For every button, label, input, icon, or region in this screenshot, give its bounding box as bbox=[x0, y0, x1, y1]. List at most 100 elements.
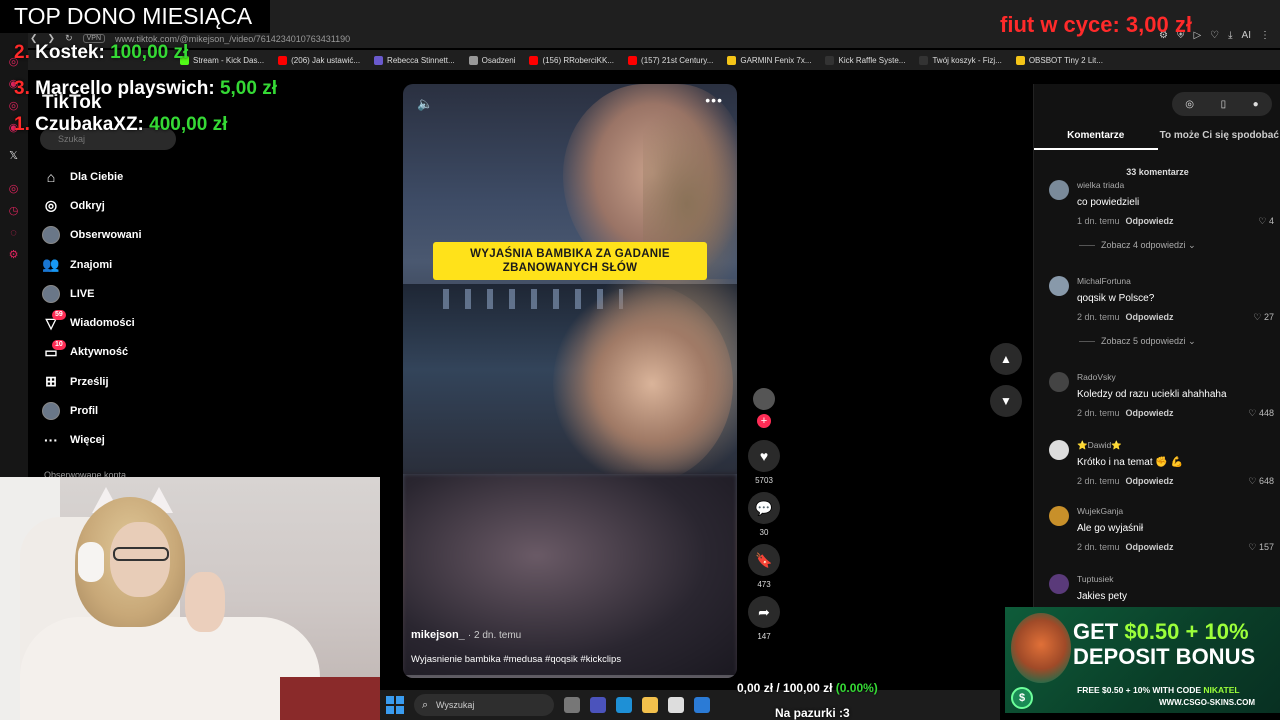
bookmark-label: (157) 21st Century... bbox=[641, 55, 714, 65]
settings-icon[interactable]: ⚙ bbox=[7, 249, 20, 262]
bookmark-item[interactable]: Osadzeni bbox=[468, 55, 515, 65]
comment-like-button[interactable]: ♡ 157 bbox=[1248, 542, 1274, 553]
reply-button[interactable]: Odpowiedz bbox=[1126, 312, 1174, 322]
bookmark-item[interactable]: (156) RRoberciKK... bbox=[529, 55, 615, 65]
phone-icon[interactable]: ▯ bbox=[1221, 99, 1227, 110]
bookmark-label: Kick Raffle Syste... bbox=[838, 55, 906, 65]
bookmark-item[interactable]: Rebecca Stinnett... bbox=[374, 55, 455, 65]
commenter-name[interactable]: MichalFortuna bbox=[1077, 276, 1131, 286]
commenter-avatar[interactable] bbox=[1049, 574, 1069, 594]
bookmark-item[interactable]: (206) Jak ustawić... bbox=[278, 55, 360, 65]
comment-icon[interactable]: 💬 bbox=[748, 492, 780, 524]
commenter-avatar[interactable] bbox=[1049, 276, 1069, 296]
folder-icon[interactable] bbox=[642, 697, 658, 713]
edge-icon[interactable] bbox=[616, 697, 632, 713]
user-avatar[interactable]: ● bbox=[1253, 99, 1259, 110]
comment-like-button[interactable]: ♡ 648 bbox=[1248, 476, 1274, 487]
nav-item-obserwowani[interactable]: Obserwowani bbox=[40, 221, 240, 250]
tab-recommended[interactable]: To może Ci się spodobać bbox=[1158, 128, 1280, 150]
goal-target: 100,00 zł bbox=[783, 681, 833, 695]
nav-item-wiadomości[interactable]: ▽ 59 Wiadomości bbox=[40, 308, 240, 337]
teams-icon[interactable] bbox=[590, 697, 606, 713]
bookmark-favicon-icon bbox=[278, 55, 288, 65]
nav-item-label: Obserwowani bbox=[70, 229, 142, 242]
x-icon[interactable]: 𝕏 bbox=[7, 150, 20, 163]
sidebar-app-icon[interactable]: ◎ bbox=[7, 100, 20, 113]
ai-button[interactable]: AI bbox=[1242, 30, 1251, 41]
nav-item-znajomi[interactable]: 👥 Znajomi bbox=[40, 250, 240, 279]
clock-icon[interactable]: ◷ bbox=[7, 205, 20, 218]
commenter-avatar[interactable] bbox=[1049, 506, 1069, 526]
windows-start-icon[interactable] bbox=[386, 696, 404, 714]
follow-button[interactable]: + bbox=[757, 414, 771, 428]
save-action[interactable]: 🔖 473 bbox=[748, 544, 780, 589]
reply-button[interactable]: Odpowiedz bbox=[1126, 216, 1174, 226]
reply-button[interactable]: Odpowiedz bbox=[1126, 476, 1174, 486]
heart-icon: ♡ bbox=[1253, 312, 1264, 322]
tab-comments[interactable]: Komentarze bbox=[1034, 128, 1158, 150]
video-player[interactable]: WYJAŚNIA BAMBIKA ZA GADANIE ZBANOWANYCH … bbox=[403, 84, 737, 678]
author-name[interactable]: mikejson_ bbox=[411, 629, 465, 641]
store-icon[interactable] bbox=[668, 697, 684, 713]
comment-meta: 2 dn. temu Odpowiedz bbox=[1077, 476, 1174, 486]
sidebar-app-icon[interactable]: ◌ bbox=[7, 227, 20, 240]
comment-like-button[interactable]: ♡ 4 bbox=[1258, 216, 1274, 227]
nav-item-prześlij[interactable]: ⊞ Prześlij bbox=[40, 367, 240, 396]
commenter-name[interactable]: RadoVsky bbox=[1077, 372, 1116, 382]
comment-action[interactable]: 💬 30 bbox=[748, 492, 780, 537]
commenter-avatar[interactable] bbox=[1049, 372, 1069, 392]
task-view-icon[interactable] bbox=[564, 697, 580, 713]
bookmark-item[interactable]: (157) 21st Century... bbox=[628, 55, 714, 65]
comment-like-button[interactable]: ♡ 27 bbox=[1253, 312, 1274, 323]
video-progress-bar[interactable] bbox=[403, 675, 737, 678]
volume-icon[interactable]: 🔈 bbox=[417, 96, 433, 112]
view-replies-button[interactable]: Zobacz 4 odpowiedzi ⌄ bbox=[1079, 240, 1196, 251]
video-author[interactable]: mikejson_ · 2 dn. temu bbox=[411, 629, 521, 641]
bookmark-item[interactable]: Twój koszyk - Fizj... bbox=[919, 55, 1002, 65]
bookmark-item[interactable]: GARMIN Fenix 7x... bbox=[727, 55, 811, 65]
comment-text: Krótko i na temat ✊ 💪 bbox=[1077, 457, 1184, 468]
heart-icon[interactable]: ♡ bbox=[1210, 30, 1219, 41]
commenter-name[interactable]: wielka triada bbox=[1077, 180, 1124, 190]
author-avatar[interactable] bbox=[753, 388, 775, 410]
view-replies-button[interactable]: Zobacz 5 odpowiedzi ⌄ bbox=[1079, 336, 1196, 347]
bookmark-label: (156) RRoberciKK... bbox=[542, 55, 615, 65]
nav-item-profil[interactable]: Profil bbox=[40, 396, 240, 425]
top-donations-title: TOP DONO MIESIĄCA bbox=[0, 0, 270, 33]
play-icon[interactable]: ▷ bbox=[1193, 30, 1201, 41]
menu-icon[interactable]: ⋮ bbox=[1260, 30, 1270, 41]
download-icon[interactable]: ⤓ bbox=[1228, 30, 1232, 41]
like-action[interactable]: ♥ 5703 bbox=[748, 440, 780, 485]
bookmark-item[interactable]: OBSBOT Tiny 2 Lit... bbox=[1015, 55, 1103, 65]
next-video-button[interactable]: ▼ bbox=[990, 385, 1022, 417]
sidebar-app-icon[interactable]: ◎ bbox=[7, 183, 20, 196]
commenter-name[interactable]: ⭐Dawid⭐ bbox=[1077, 440, 1122, 451]
nav-item-dla-ciebie[interactable]: ⌂ Dla Ciebie bbox=[40, 162, 240, 191]
commenter-avatar[interactable] bbox=[1049, 440, 1069, 460]
reply-button[interactable]: Odpowiedz bbox=[1126, 408, 1174, 418]
share-icon[interactable]: ➦ bbox=[748, 596, 780, 628]
sponsor-ad[interactable]: GET $0.50 + 10% DEPOSIT BONUS $ FREE $0.… bbox=[1005, 607, 1280, 713]
heart-icon: ♡ bbox=[1248, 408, 1259, 418]
share-action[interactable]: ➦ 147 bbox=[748, 596, 780, 641]
previous-video-button[interactable]: ▲ bbox=[990, 343, 1022, 375]
comment-time: 1 dn. temu bbox=[1077, 216, 1120, 226]
commenter-name[interactable]: WujekGanja bbox=[1077, 506, 1123, 516]
taskbar-search[interactable]: Wyszukaj bbox=[414, 694, 554, 716]
mail-icon[interactable] bbox=[694, 697, 710, 713]
commenter-name[interactable]: Tuptusiek bbox=[1077, 574, 1114, 584]
commenter-avatar[interactable] bbox=[1049, 180, 1069, 200]
compass-icon[interactable]: ◎ bbox=[1185, 99, 1194, 110]
nav-item-odkryj[interactable]: ◎ Odkryj bbox=[40, 191, 240, 220]
comment-time: 2 dn. temu bbox=[1077, 476, 1120, 486]
bookmark-item[interactable]: Stream - Kick Das... bbox=[180, 55, 264, 65]
reply-button[interactable]: Odpowiedz bbox=[1126, 542, 1174, 552]
bookmark-icon[interactable]: 🔖 bbox=[748, 544, 780, 576]
nav-item-więcej[interactable]: ··· Więcej bbox=[40, 426, 240, 455]
comment-like-button[interactable]: ♡ 448 bbox=[1248, 408, 1274, 419]
nav-item-aktywność[interactable]: ▭ 10 Aktywność bbox=[40, 338, 240, 367]
nav-item-live[interactable]: LIVE bbox=[40, 279, 240, 308]
bookmark-item[interactable]: Kick Raffle Syste... bbox=[825, 55, 906, 65]
heart-icon[interactable]: ♥ bbox=[748, 440, 780, 472]
more-options-icon[interactable]: ••• bbox=[705, 92, 723, 108]
